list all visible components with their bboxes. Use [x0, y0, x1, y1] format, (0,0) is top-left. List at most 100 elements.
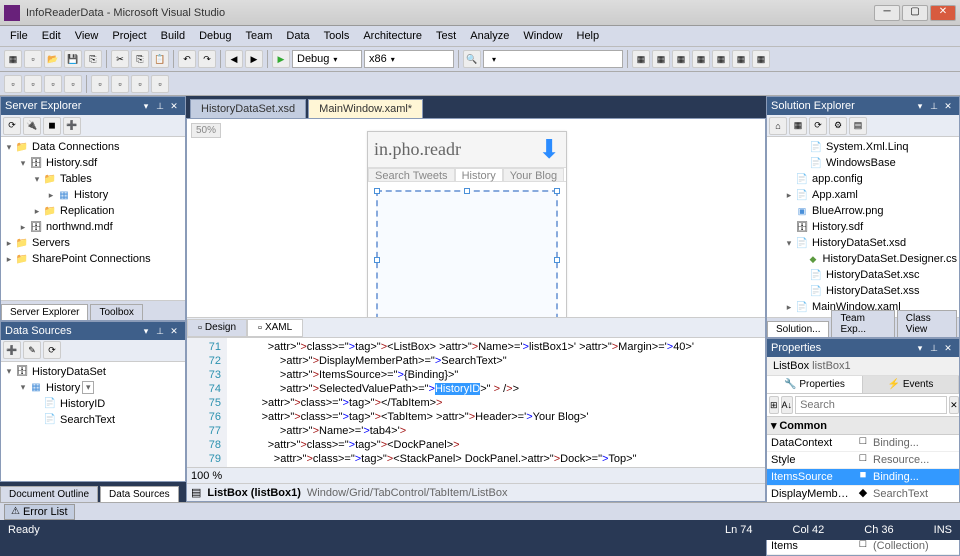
- panel-tab[interactable]: Data Sources: [100, 486, 179, 502]
- doc-tab[interactable]: HistoryDataSet.xsd: [190, 99, 306, 118]
- tb2-1-icon[interactable]: ▫: [4, 75, 22, 93]
- property-marker-icon[interactable]: ◆: [857, 486, 869, 502]
- find-dropdown[interactable]: [483, 50, 623, 68]
- tree-item[interactable]: HistoryDataSet.xsd: [812, 237, 906, 249]
- data-sources-tree[interactable]: ▾HistoryDataSet▾History▾HistoryIDSearchT…: [1, 362, 185, 481]
- pin-icon[interactable]: ⊥: [153, 99, 167, 113]
- tree-toggle-icon[interactable]: ▾: [17, 158, 29, 169]
- tree-toggle-icon[interactable]: ▾: [783, 238, 795, 249]
- tree-toggle-icon[interactable]: ▸: [31, 206, 43, 217]
- save-all-icon[interactable]: ⎘: [84, 50, 102, 68]
- tree-item[interactable]: Tables: [60, 173, 92, 185]
- cut-icon[interactable]: ✂: [111, 50, 129, 68]
- tree-item[interactable]: History: [46, 382, 80, 394]
- panel-dropdown-icon[interactable]: ▾: [913, 341, 927, 355]
- menu-architecture[interactable]: Architecture: [357, 28, 428, 44]
- panel-dropdown-icon[interactable]: ▾: [139, 324, 153, 338]
- panel-dropdown-icon[interactable]: ▾: [913, 99, 927, 113]
- refresh-icon[interactable]: ⟳: [3, 117, 21, 135]
- tree-toggle-icon[interactable]: ▾: [17, 382, 29, 393]
- tree-item[interactable]: WindowsBase: [826, 157, 896, 169]
- tree-item[interactable]: System.Xml.Linq: [826, 141, 909, 153]
- refresh-ds-icon[interactable]: ⟳: [43, 341, 61, 359]
- panel-tab[interactable]: Toolbox: [90, 304, 142, 320]
- tree-toggle-icon[interactable]: ▾: [31, 174, 43, 185]
- tree-item[interactable]: HistoryDataSet.Designer.cs: [823, 253, 958, 265]
- panel-close-icon[interactable]: ✕: [167, 324, 181, 338]
- panel-tab[interactable]: Server Explorer: [1, 304, 88, 320]
- ext4-icon[interactable]: ▦: [692, 50, 710, 68]
- tree-item[interactable]: History: [74, 189, 108, 201]
- ext7-icon[interactable]: ▦: [752, 50, 770, 68]
- menu-help[interactable]: Help: [571, 28, 606, 44]
- design-surface[interactable]: 50% in.pho.readr ⬇ Search TweetsHistoryY…: [187, 119, 765, 317]
- config-dropdown[interactable]: Debug: [292, 50, 362, 68]
- home-icon[interactable]: ⌂: [769, 117, 787, 135]
- sort-cat-icon[interactable]: ⊞: [769, 396, 779, 414]
- zoom-label[interactable]: 50%: [191, 123, 221, 138]
- show-all-icon[interactable]: ▦: [789, 117, 807, 135]
- doc-tab[interactable]: MainWindow.xaml*: [308, 99, 423, 118]
- ext2-icon[interactable]: ▦: [652, 50, 670, 68]
- tree-item[interactable]: SharePoint Connections: [32, 253, 151, 265]
- start-debug-icon[interactable]: ▶: [272, 50, 290, 68]
- menu-analyze[interactable]: Analyze: [464, 28, 515, 44]
- paste-icon[interactable]: 📋: [151, 50, 169, 68]
- tree-toggle-icon[interactable]: ▸: [17, 222, 29, 233]
- panel-tab[interactable]: Team Exp...: [831, 310, 894, 337]
- menu-team[interactable]: Team: [240, 28, 279, 44]
- breadcrumb-object[interactable]: ListBox (listBox1): [207, 487, 301, 499]
- error-list-tab[interactable]: ⚠ Error List: [4, 504, 75, 520]
- property-value[interactable]: Binding...: [869, 435, 959, 451]
- tree-toggle-icon[interactable]: ▾: [3, 366, 15, 377]
- close-button[interactable]: ✕: [930, 5, 956, 21]
- props-icon[interactable]: ⚙: [829, 117, 847, 135]
- tree-item[interactable]: Servers: [32, 237, 70, 249]
- tree-item[interactable]: App.xaml: [812, 189, 858, 201]
- panel-close-icon[interactable]: ✕: [167, 99, 181, 113]
- preview-tab[interactable]: Your Blog: [503, 168, 564, 181]
- panel-dropdown-icon[interactable]: ▾: [139, 99, 153, 113]
- listbox-preview[interactable]: [376, 190, 558, 317]
- zoom-footer[interactable]: 100 %: [191, 470, 222, 482]
- tree-item[interactable]: HistoryDataSet.xss: [826, 285, 920, 297]
- new-project-icon[interactable]: ▦: [4, 50, 22, 68]
- tree-item[interactable]: Replication: [60, 205, 114, 217]
- pin-icon[interactable]: ⊥: [153, 324, 167, 338]
- property-value[interactable]: Resource...: [869, 452, 959, 468]
- tree-item[interactable]: HistoryDataSet.xsc: [826, 269, 920, 281]
- breadcrumb-bar[interactable]: ▤ ListBox (listBox1) Window/Grid/TabCont…: [187, 483, 765, 501]
- redo-icon[interactable]: ↷: [198, 50, 216, 68]
- find-icon[interactable]: 🔍: [463, 50, 481, 68]
- undo-icon[interactable]: ↶: [178, 50, 196, 68]
- server-explorer-tree[interactable]: ▾Data Connections▾History.sdf▾Tables▸His…: [1, 137, 185, 300]
- nav-fwd-icon[interactable]: ▶: [245, 50, 263, 68]
- platform-dropdown[interactable]: x86: [364, 50, 454, 68]
- stop-icon[interactable]: ◼: [43, 117, 61, 135]
- menu-edit[interactable]: Edit: [36, 28, 67, 44]
- menu-window[interactable]: Window: [517, 28, 568, 44]
- panel-tab[interactable]: Class View: [897, 310, 957, 337]
- property-marker-icon[interactable]: □: [857, 538, 869, 554]
- ext1-icon[interactable]: ▦: [632, 50, 650, 68]
- tb2-5-icon[interactable]: ▫: [91, 75, 109, 93]
- maximize-button[interactable]: ▢: [902, 5, 928, 21]
- tree-toggle-icon[interactable]: ▸: [45, 190, 57, 201]
- property-name[interactable]: DisplayMemberP...: [767, 486, 857, 502]
- property-name[interactable]: Items: [767, 538, 857, 554]
- props-toggle-properties[interactable]: 🔧 Properties: [767, 376, 863, 393]
- property-value[interactable]: Binding...: [869, 469, 959, 485]
- tree-item[interactable]: HistoryID: [60, 398, 105, 410]
- menu-tools[interactable]: Tools: [318, 28, 356, 44]
- property-name[interactable]: Style: [767, 452, 857, 468]
- window-preview[interactable]: in.pho.readr ⬇ Search TweetsHistoryYour …: [367, 131, 567, 317]
- menu-file[interactable]: File: [4, 28, 34, 44]
- save-icon[interactable]: 💾: [64, 50, 82, 68]
- pin-icon[interactable]: ⊥: [927, 341, 941, 355]
- preview-tab[interactable]: History: [455, 168, 503, 181]
- property-name[interactable]: ItemsSource: [767, 469, 857, 485]
- menu-data[interactable]: Data: [280, 28, 315, 44]
- tb2-3-icon[interactable]: ▫: [44, 75, 62, 93]
- split-tab-design[interactable]: ▫Design: [187, 319, 247, 337]
- property-marker-icon[interactable]: ■: [857, 469, 869, 485]
